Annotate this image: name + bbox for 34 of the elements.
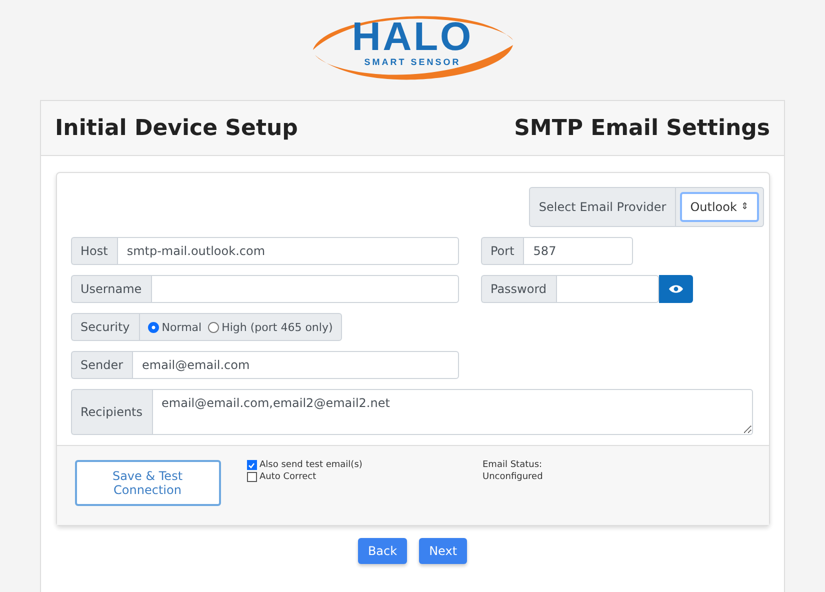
eye-icon (668, 284, 682, 294)
radio-label: High (port 465 only) (222, 320, 333, 334)
host-field[interactable]: smtp-mail.outlook.com (116, 237, 458, 265)
provider-select[interactable]: Outlook ⇕ (680, 192, 758, 222)
recipients-field[interactable]: email@email.com,email2@email2.net (152, 389, 752, 435)
logo-name: HALO (352, 17, 474, 57)
sender-field[interactable]: email@email.com (132, 351, 458, 379)
field-label: Recipients (70, 389, 152, 435)
field-label: Username (70, 275, 151, 303)
checkbox-label: Also send test email(s) (260, 460, 362, 470)
page-title: Initial Device Setup (55, 116, 298, 140)
save-test-button[interactable]: Save & Test Connection (74, 460, 220, 506)
field-label: Select Email Provider (530, 188, 676, 226)
checkbox-label: Auto Correct (260, 472, 316, 482)
logo-tagline: SMART SENSOR (364, 57, 461, 67)
radio-button[interactable] (208, 322, 219, 332)
radio-label: Normal (162, 320, 202, 334)
status-value: Unconfigured (482, 472, 543, 482)
password-field[interactable] (556, 275, 658, 303)
nav-button[interactable]: Back (358, 538, 408, 564)
field-label: Host (70, 237, 117, 265)
show-password-button[interactable] (658, 275, 692, 303)
port-field[interactable]: 587 (523, 237, 632, 265)
checkbox[interactable] (246, 472, 256, 482)
field-label: Port (480, 237, 524, 265)
field-label: Password (480, 275, 556, 303)
nav-button[interactable]: Next (419, 538, 468, 564)
field-label: Sender (70, 351, 132, 379)
field-label: Security (70, 313, 139, 341)
status-label: Email Status: (482, 460, 543, 470)
checkbox[interactable] (246, 460, 256, 470)
username-field[interactable] (150, 275, 458, 303)
radio-button[interactable] (148, 322, 159, 332)
section-title: SMTP Email Settings (514, 116, 770, 140)
